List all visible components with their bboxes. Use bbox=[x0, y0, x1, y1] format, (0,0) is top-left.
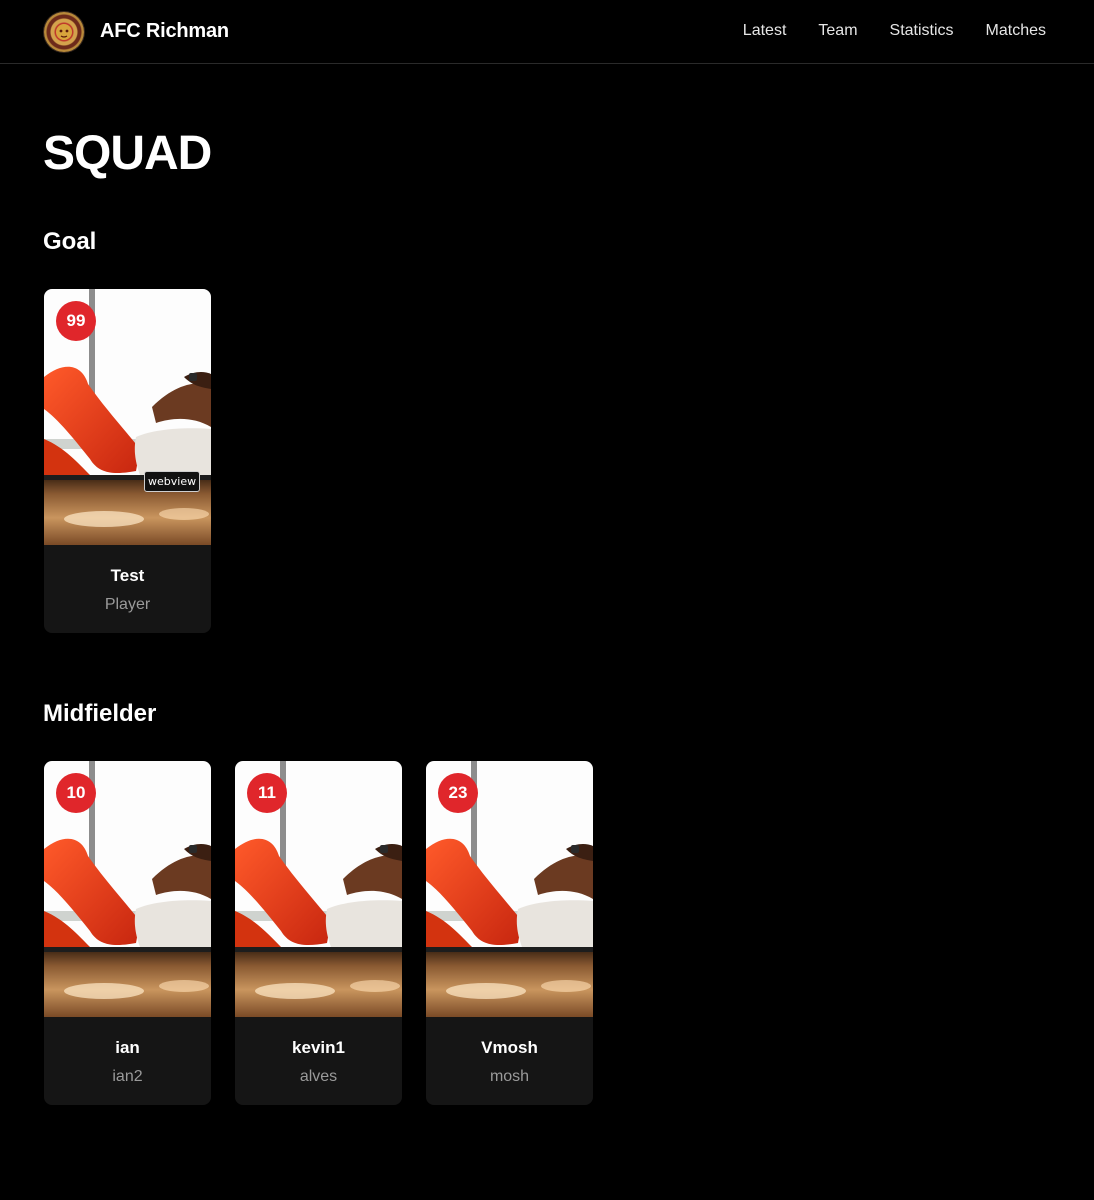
lion-icon bbox=[44, 12, 84, 52]
player-name: kevin1 bbox=[292, 1038, 345, 1057]
player-subtitle: mosh bbox=[489, 1068, 530, 1085]
jersey-number-badge: 23 bbox=[438, 773, 478, 813]
nav-link-matches[interactable]: Matches bbox=[986, 22, 1046, 40]
jersey-number-badge: 99 bbox=[56, 301, 96, 341]
player-name: Vmosh bbox=[481, 1038, 538, 1057]
player-name: ian bbox=[115, 1038, 140, 1057]
jersey-number-badge: 11 bbox=[247, 773, 287, 813]
player-subtitle: Player bbox=[104, 596, 151, 613]
nav-link-latest[interactable]: Latest bbox=[743, 22, 787, 40]
top-navbar: AFC Richman Latest Team Statistics Match… bbox=[0, 0, 1094, 64]
webview-tooltip: webview bbox=[144, 471, 201, 492]
player-card[interactable]: 10 ian ian2 bbox=[44, 761, 211, 1105]
player-subtitle: alves bbox=[299, 1068, 338, 1085]
section-title-midfielder: Midfielder bbox=[43, 700, 157, 727]
player-card[interactable]: 99 Test Player bbox=[44, 289, 211, 633]
jersey-number-badge: 10 bbox=[56, 773, 96, 813]
nav-link-team[interactable]: Team bbox=[818, 22, 857, 40]
brand-name[interactable]: AFC Richman bbox=[100, 20, 229, 43]
nav-link-statistics[interactable]: Statistics bbox=[890, 22, 954, 40]
player-name: Test bbox=[110, 566, 145, 585]
player-subtitle: ian2 bbox=[112, 1068, 143, 1085]
player-card[interactable]: 23 Vmosh mosh bbox=[426, 761, 593, 1105]
section-title-goal: Goal bbox=[43, 228, 97, 255]
club-crest-logo[interactable] bbox=[44, 12, 84, 52]
player-card[interactable]: 11 kevin1 alves bbox=[235, 761, 402, 1105]
page-title: SQUAD bbox=[43, 127, 212, 180]
main-nav: Latest Team Statistics Matches bbox=[711, 22, 1046, 40]
